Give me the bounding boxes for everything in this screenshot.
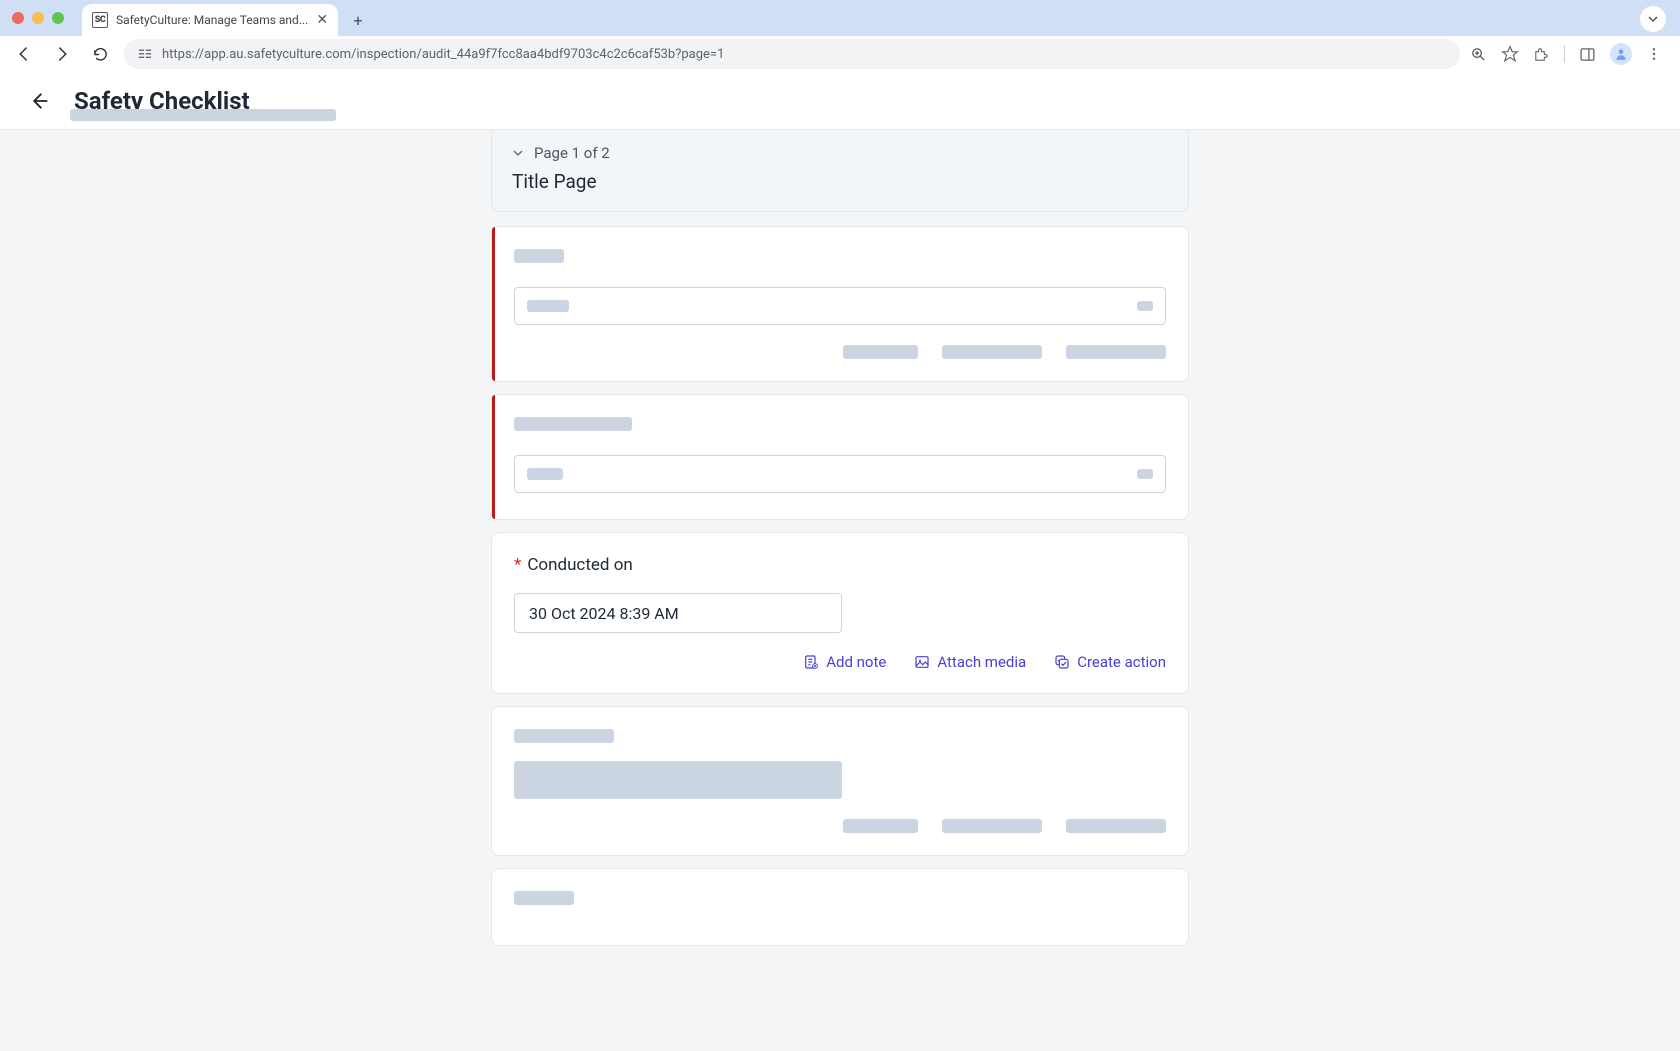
site-settings-icon[interactable]: [138, 47, 152, 61]
browser-forward-button[interactable]: [48, 40, 76, 68]
field-label-skeleton: [514, 729, 614, 743]
conducted-on-value: 30 Oct 2024 8:39 AM: [529, 604, 679, 623]
url-text: https://app.au.safetyculture.com/inspect…: [162, 47, 724, 62]
input-placeholder-skeleton: [527, 300, 569, 312]
tab-title: SafetyCulture: Manage Teams and...: [116, 13, 308, 27]
toolbar-divider: [1564, 45, 1565, 63]
input-icon-skeleton: [1137, 469, 1153, 479]
field-label-skeleton: [514, 891, 574, 905]
input-skeleton[interactable]: [514, 455, 1166, 493]
address-bar[interactable]: https://app.au.safetyculture.com/inspect…: [124, 39, 1460, 69]
section-title: Title Page: [512, 170, 1168, 193]
toolbar-actions: [1470, 43, 1662, 65]
chevron-down-icon: [512, 147, 524, 159]
minimize-window-button[interactable]: [32, 12, 44, 24]
input-icon-skeleton: [1137, 301, 1153, 311]
actions-row-skeleton: [514, 345, 1166, 359]
add-note-button[interactable]: Add note: [803, 653, 886, 671]
attach-media-button[interactable]: Attach media: [914, 653, 1026, 671]
form-card-skeleton: [491, 226, 1189, 382]
content-block-skeleton: [514, 761, 842, 799]
browser-back-button[interactable]: [10, 40, 38, 68]
image-icon: [914, 654, 930, 670]
required-indicator: *: [514, 555, 521, 575]
input-skeleton[interactable]: [514, 287, 1166, 325]
browser-tabstrip: SC SafetyCulture: Manage Teams and... ✕ …: [0, 0, 1680, 36]
browser-tab[interactable]: SC SafetyCulture: Manage Teams and... ✕: [82, 4, 338, 36]
close-tab-icon[interactable]: ✕: [316, 12, 328, 28]
window-controls: [12, 12, 64, 36]
page-label: Page 1 of 2: [534, 144, 610, 162]
note-icon: [803, 654, 819, 670]
action-skeleton: [1066, 819, 1166, 833]
action-skeleton: [843, 345, 918, 359]
action-skeleton: [942, 819, 1042, 833]
new-tab-button[interactable]: +: [344, 6, 372, 34]
profile-avatar[interactable]: [1610, 43, 1632, 65]
tab-favicon-icon: SC: [92, 12, 108, 28]
extensions-icon[interactable]: [1533, 46, 1550, 63]
create-action-button[interactable]: Create action: [1054, 653, 1166, 671]
action-skeleton: [1066, 345, 1166, 359]
conducted-on-card: * Conducted on 30 Oct 2024 8:39 AM Add n…: [491, 532, 1189, 694]
field-label-skeleton: [514, 249, 564, 263]
card-actions: Add note Attach media Create action: [514, 653, 1166, 671]
conducted-on-input[interactable]: 30 Oct 2024 8:39 AM: [514, 593, 842, 633]
kebab-menu-icon[interactable]: [1646, 46, 1662, 62]
action-skeleton: [942, 345, 1042, 359]
bookmark-icon[interactable]: [1501, 45, 1519, 63]
maximize-window-button[interactable]: [52, 12, 64, 24]
actions-row-skeleton: [514, 819, 1166, 833]
back-arrow-button[interactable]: [30, 91, 50, 111]
form-column: Page 1 of 2 Title Page: [491, 130, 1189, 1051]
zoom-icon[interactable]: [1470, 46, 1487, 63]
sidepanel-icon[interactable]: [1579, 46, 1596, 63]
page-header-card: Page 1 of 2 Title Page: [491, 130, 1189, 212]
browser-reload-button[interactable]: [86, 40, 114, 68]
page-indicator[interactable]: Page 1 of 2: [512, 144, 1168, 162]
app-header: Safety Checklist: [0, 72, 1680, 130]
browser-toolbar: https://app.au.safetyculture.com/inspect…: [0, 36, 1680, 72]
content-area: Page 1 of 2 Title Page: [0, 130, 1680, 1051]
action-icon: [1054, 654, 1070, 670]
input-placeholder-skeleton: [527, 468, 563, 480]
header-subtitle-skeleton: [70, 109, 336, 121]
conducted-on-label: * Conducted on: [514, 555, 1166, 575]
action-skeleton: [843, 819, 918, 833]
form-card-skeleton: [491, 868, 1189, 946]
form-card-skeleton: [491, 706, 1189, 856]
tabstrip-dropdown-icon[interactable]: [1640, 6, 1666, 32]
field-label-skeleton: [514, 417, 632, 431]
close-window-button[interactable]: [12, 12, 24, 24]
form-card-skeleton: [491, 394, 1189, 520]
